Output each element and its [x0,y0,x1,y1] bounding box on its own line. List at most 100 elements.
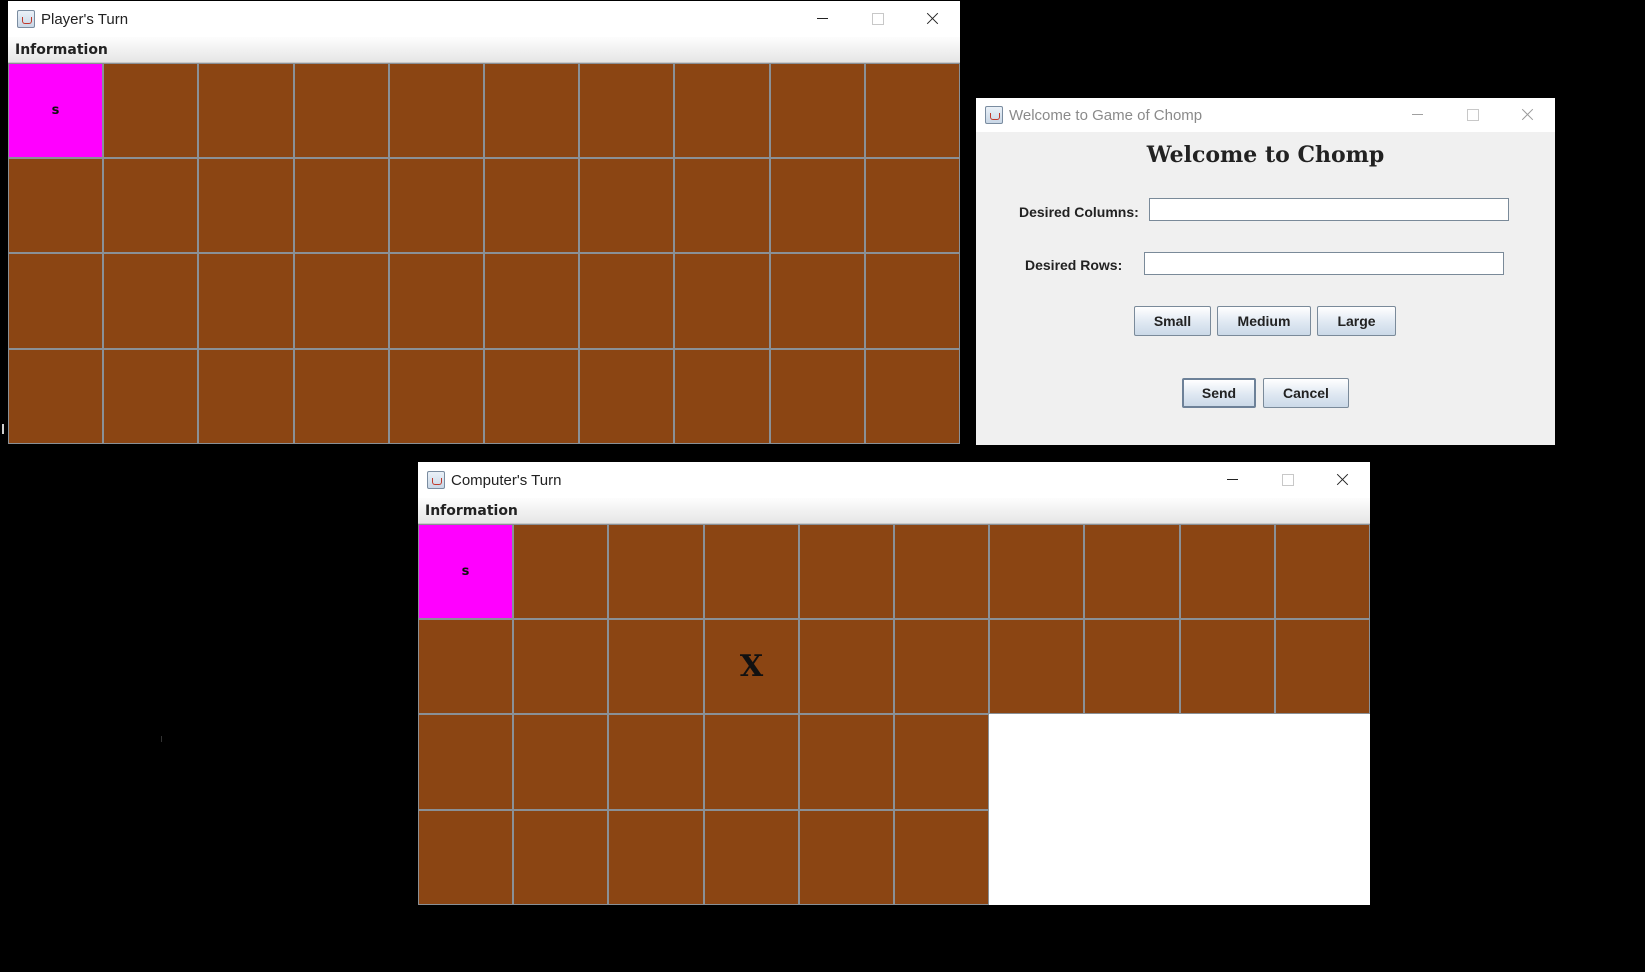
title-bar[interactable]: Player's Turn [8,1,960,37]
chocolate-cell[interactable] [484,63,579,158]
chocolate-cell[interactable] [418,619,513,714]
chocolate-cell[interactable] [198,349,294,444]
chocolate-cell[interactable] [294,349,389,444]
eaten-cell [989,714,1084,810]
chocolate-cell[interactable] [198,63,294,158]
chocolate-cell[interactable] [1084,619,1180,714]
chocolate-cell[interactable] [865,349,960,444]
chocolate-cell[interactable] [103,158,198,253]
chocolate-cell[interactable] [513,524,608,619]
eaten-cell [1275,810,1370,905]
chocolate-cell[interactable] [865,253,960,349]
chocolate-cell[interactable] [198,158,294,253]
desktop-artifact [161,736,162,742]
chocolate-cell[interactable] [894,810,989,905]
cancel-button[interactable]: Cancel [1263,378,1349,408]
chocolate-cell[interactable] [989,524,1084,619]
chocolate-cell[interactable] [674,63,770,158]
chocolate-cell[interactable] [103,349,198,444]
chocolate-cell[interactable] [1180,524,1275,619]
chocolate-cell[interactable] [8,349,103,444]
chocolate-cell[interactable] [579,253,674,349]
chocolate-cell[interactable] [770,63,865,158]
chocolate-cell[interactable] [579,63,674,158]
maximize-icon[interactable] [1260,462,1315,498]
medium-button[interactable]: Medium [1217,306,1311,336]
close-icon[interactable] [905,1,960,37]
chocolate-cell[interactable] [579,349,674,444]
chocolate-cell[interactable] [799,524,894,619]
chocolate-cell[interactable] [418,714,513,810]
chocolate-cell[interactable] [579,158,674,253]
chocolate-cell[interactable] [894,714,989,810]
chocolate-cell[interactable] [294,253,389,349]
chocolate-cell[interactable] [389,253,484,349]
chocolate-cell[interactable] [513,714,608,810]
minimize-icon[interactable] [795,1,850,37]
title-bar[interactable]: Computer's Turn [418,462,1370,498]
chocolate-cell[interactable] [103,63,198,158]
maximize-icon[interactable] [1445,97,1500,133]
chocolate-cell[interactable] [894,619,989,714]
maximize-icon[interactable] [850,1,905,37]
chocolate-cell[interactable] [894,524,989,619]
poison-cell[interactable]: s [8,63,103,158]
chocolate-cell[interactable] [389,349,484,444]
chocolate-cell[interactable] [799,714,894,810]
player-turn-window: Player's Turn Information s [8,1,960,444]
chocolate-cell[interactable] [484,253,579,349]
small-button[interactable]: Small [1134,306,1211,336]
chocolate-cell[interactable] [484,349,579,444]
menu-information[interactable]: Information [418,503,525,519]
poison-cell[interactable]: s [418,524,513,619]
rows-input[interactable] [1144,252,1504,275]
chocolate-cell[interactable] [8,253,103,349]
chocolate-cell[interactable]: X [704,619,799,714]
chocolate-cell[interactable] [704,524,799,619]
eaten-cell [1084,714,1180,810]
chocolate-cell[interactable] [865,63,960,158]
chocolate-cell[interactable] [770,253,865,349]
large-button[interactable]: Large [1317,306,1396,336]
chocolate-cell[interactable] [389,158,484,253]
chocolate-cell[interactable] [484,158,579,253]
send-button[interactable]: Send [1182,378,1256,408]
chocolate-cell[interactable] [294,63,389,158]
chocolate-cell[interactable] [1275,524,1370,619]
chocolate-cell[interactable] [674,349,770,444]
chocolate-cell[interactable] [389,63,484,158]
chocolate-cell[interactable] [608,524,704,619]
title-bar[interactable]: Welcome to Game of Chomp [976,98,1555,132]
chocolate-cell[interactable] [799,810,894,905]
close-icon[interactable] [1500,97,1555,133]
chocolate-cell[interactable] [198,253,294,349]
chocolate-cell[interactable] [674,158,770,253]
chocolate-cell[interactable] [1084,524,1180,619]
java-app-icon [985,106,1003,124]
chocolate-cell[interactable] [103,253,198,349]
minimize-icon[interactable] [1390,97,1445,133]
chocolate-cell[interactable] [608,714,704,810]
chocolate-cell[interactable] [608,619,704,714]
chocolate-cell[interactable] [608,810,704,905]
chocolate-cell[interactable] [294,158,389,253]
chocolate-cell[interactable] [1275,619,1370,714]
chocolate-cell[interactable] [513,619,608,714]
chocolate-cell[interactable] [770,158,865,253]
chocolate-cell[interactable] [865,158,960,253]
chocolate-cell[interactable] [674,253,770,349]
chocolate-cell[interactable] [989,619,1084,714]
chocolate-cell[interactable] [704,810,799,905]
menu-information[interactable]: Information [8,42,115,58]
columns-input[interactable] [1149,198,1509,221]
chocolate-cell[interactable] [1180,619,1275,714]
chocolate-cell[interactable] [418,810,513,905]
chocolate-cell[interactable] [704,714,799,810]
chocolate-cell[interactable] [8,158,103,253]
chocolate-cell[interactable] [799,619,894,714]
minimize-icon[interactable] [1205,462,1260,498]
chocolate-cell[interactable] [513,810,608,905]
chocolate-cell[interactable] [770,349,865,444]
window-title: Player's Turn [41,10,129,28]
close-icon[interactable] [1315,462,1370,498]
